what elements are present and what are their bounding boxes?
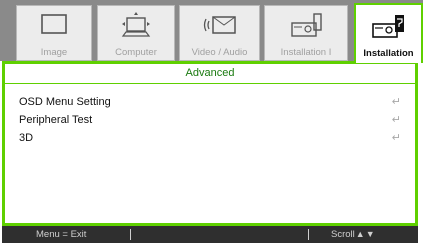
monitor-icon	[41, 14, 67, 34]
computer-icon	[121, 12, 151, 37]
menu-item-label: Peripheral Test	[19, 114, 93, 126]
tab-image[interactable]: Image	[16, 5, 92, 61]
tab-installation-i[interactable]: Installation I	[264, 5, 348, 61]
menu-item-peripheral-test[interactable]: Peripheral Test ↵	[19, 111, 401, 129]
menu-item-osd-menu-setting[interactable]: OSD Menu Setting ↵	[19, 93, 401, 111]
tab-label: Image	[40, 47, 68, 58]
footer-exit-hint: Menu = Exit	[36, 229, 87, 240]
enter-icon: ↵	[391, 114, 401, 126]
osd-menu: Image Computer Video / Audio Installatio…	[0, 0, 423, 243]
enter-icon: ↵	[391, 96, 401, 108]
footer-divider	[308, 229, 309, 240]
footer-scroll-label: Scroll	[331, 229, 355, 240]
enter-icon: ↵	[391, 132, 401, 144]
menu-item-label: OSD Menu Setting	[19, 96, 111, 108]
installation-ii-icon	[371, 15, 404, 38]
menu-list: OSD Menu Setting ↵ Peripheral Test ↵ 3D …	[19, 93, 401, 147]
down-arrow-icon: ▼	[365, 229, 375, 239]
tab-label: Video / Audio	[191, 47, 248, 58]
tab-installation-ii[interactable]: Installation	[354, 3, 423, 63]
tab-video-audio[interactable]: Video / Audio	[179, 5, 260, 61]
tab-bar: Image Computer Video / Audio Installatio…	[0, 0, 423, 63]
footer-scroll-hint: Scroll▲▼	[331, 226, 375, 243]
footer-divider	[130, 229, 131, 240]
tab-computer[interactable]: Computer	[97, 5, 175, 61]
tab-label: Computer	[115, 47, 157, 58]
footer-bar: Menu = Exit Scroll▲▼	[2, 226, 418, 243]
menu-panel: Advanced OSD Menu Setting ↵ Peripheral T…	[2, 61, 418, 226]
video-audio-icon	[203, 16, 236, 34]
up-arrow-icon: ▲	[355, 229, 365, 239]
tab-label: Installation	[363, 48, 414, 59]
installation-i-icon	[291, 13, 322, 37]
section-title: Advanced	[5, 64, 415, 84]
tab-label: Installation I	[280, 47, 332, 58]
menu-item-label: 3D	[19, 132, 34, 144]
menu-item-3d[interactable]: 3D ↵	[19, 129, 401, 147]
